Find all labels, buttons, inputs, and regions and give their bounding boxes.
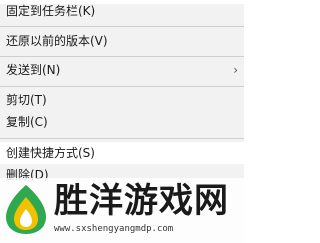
flame-drop-logo (6, 185, 46, 234)
menu-separator (0, 56, 244, 57)
menu-item-cut[interactable]: 剪切(T) (0, 89, 244, 111)
menu-item-restore-previous-versions[interactable]: 还原以前的版本(V) (0, 30, 244, 52)
menu-item-label: 创建快捷方式(S) (6, 146, 95, 160)
menu-item-create-shortcut[interactable]: 创建快捷方式(S) (0, 142, 244, 164)
menu-separator (0, 86, 244, 87)
menu-separator (0, 26, 244, 27)
menu-item-send-to[interactable]: 发送到(N) › (0, 59, 244, 81)
menu-item-pin-to-taskbar[interactable]: 固定到任务栏(K) (0, 0, 244, 22)
menu-separator (0, 138, 244, 139)
menu-item-copy[interactable]: 复制(C) (0, 111, 244, 133)
chevron-right-icon: › (233, 63, 238, 77)
watermark-url: www.sxshengyangmdp.com (54, 224, 174, 234)
watermark-title: 胜洋游戏网 (54, 181, 229, 221)
menu-item-label: 固定到任务栏(K) (6, 4, 96, 18)
menu-item-label: 发送到(N) (6, 63, 61, 77)
menu-item-label: 还原以前的版本(V) (6, 34, 108, 48)
menu-item-label: 复制(C) (6, 115, 48, 129)
menu-item-label: 剪切(T) (6, 93, 47, 107)
